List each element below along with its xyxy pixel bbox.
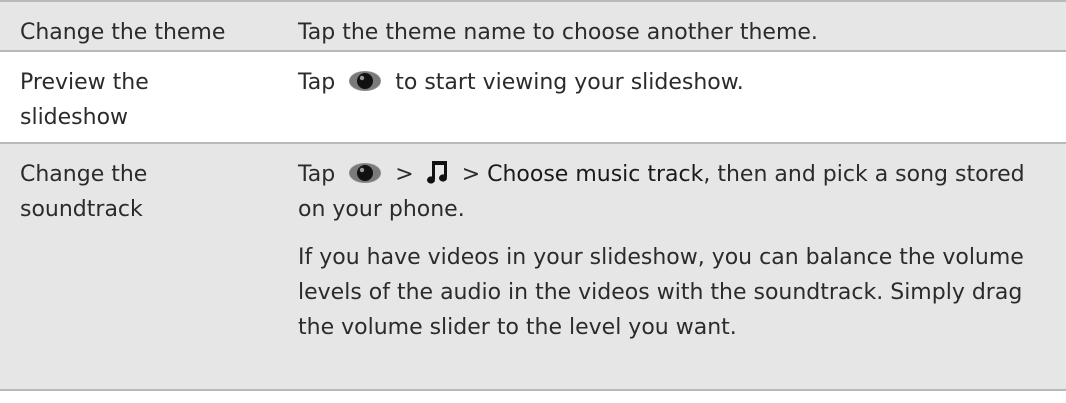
description-paragraph-2: If you have videos in your slideshow, yo…: [298, 245, 1024, 340]
row-description: Tap > > Choose music track, then and pic…: [287, 144, 1066, 389]
menu-item-choose-music-track: Choose music track: [487, 162, 704, 187]
description-text: Tap the theme name to choose another the…: [298, 20, 818, 45]
row-label-line: soundtrack: [20, 197, 143, 222]
table-row-change-theme: Change the theme Tap the theme name to c…: [0, 0, 1066, 52]
row-label-line: slideshow: [20, 105, 129, 130]
instruction-table: Change the theme Tap the theme name to c…: [0, 0, 1066, 391]
eye-icon: [348, 69, 382, 93]
row-description: Tap to start viewing your slideshow.: [287, 52, 1066, 142]
description-paragraph: Tap > > Choose music track, then and pic…: [298, 157, 1050, 227]
table-row-change-soundtrack: Change the soundtrack Tap > > Choose mus…: [0, 144, 1066, 391]
table-row-preview-slideshow: Preview the slideshow Tap to start viewi…: [0, 52, 1066, 144]
row-label: Preview the slideshow: [0, 52, 287, 142]
row-label: Change the soundtrack: [0, 144, 287, 389]
row-label-line: Change the: [20, 162, 148, 187]
music-note-icon: [426, 159, 449, 185]
row-label-text: Change the theme: [20, 20, 226, 45]
description-prefix: Tap: [298, 70, 336, 95]
separator: >: [461, 162, 481, 187]
row-label: Change the theme: [0, 2, 287, 50]
separator: >: [395, 162, 414, 187]
description-prefix: Tap: [298, 162, 336, 187]
description-suffix: to start viewing your slideshow.: [395, 70, 744, 95]
eye-icon: [348, 161, 382, 185]
row-label-line: Preview the: [20, 70, 149, 95]
description-paragraph: Tap to start viewing your slideshow.: [298, 65, 1050, 100]
row-description: Tap the theme name to choose another the…: [287, 2, 1066, 50]
